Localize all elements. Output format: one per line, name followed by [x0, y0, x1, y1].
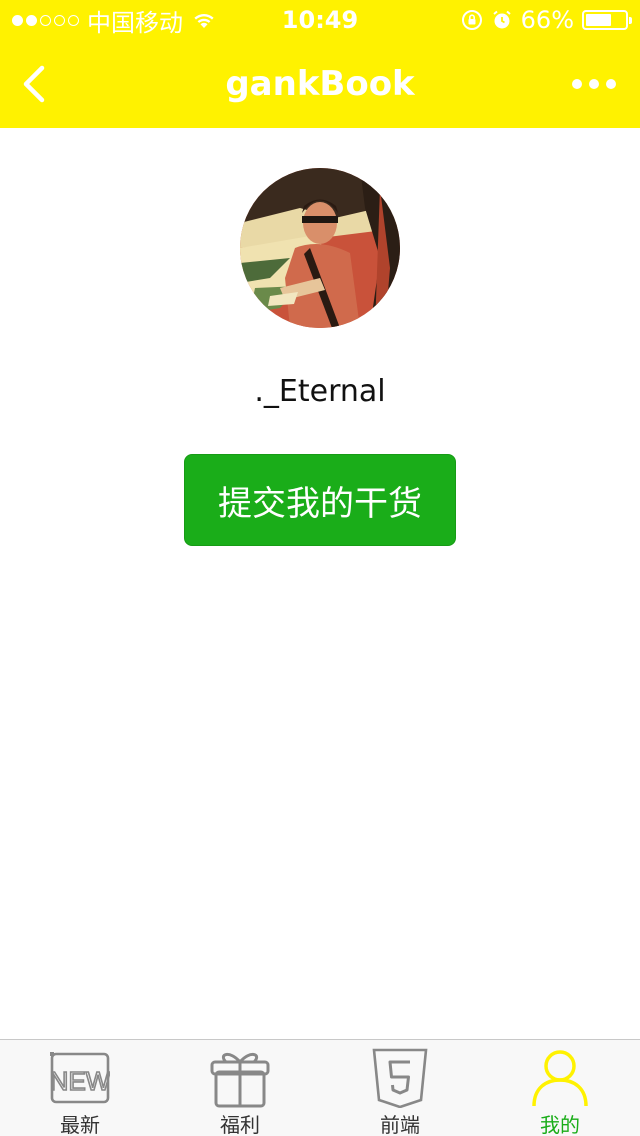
status-bar: 中国移动 10:49 66% [0, 0, 640, 40]
screen: 中国移动 10:49 66% gankBook ._Eternal 提交我的干货… [0, 0, 640, 1136]
submit-resource-button[interactable]: 提交我的干货 [184, 454, 456, 546]
gift-icon [210, 1053, 270, 1108]
tab-frontend[interactable]: 前端 [320, 1040, 480, 1136]
status-right: 66% [461, 0, 632, 40]
more-options-button[interactable] [572, 74, 616, 94]
rotation-lock-icon [461, 10, 482, 30]
tab-label-mine: 我的 [540, 1113, 580, 1136]
tab-mine[interactable]: 我的 [480, 1040, 640, 1136]
battery-percent: 66% [520, 6, 574, 34]
nav-bar: gankBook [0, 40, 640, 128]
page-title: gankBook [225, 64, 415, 104]
tab-label-latest: 最新 [60, 1113, 100, 1136]
tab-welfare[interactable]: 福利 [160, 1040, 320, 1136]
new-icon: NEW [50, 1052, 110, 1104]
tab-label-welfare: 福利 [220, 1113, 260, 1136]
user-icon [532, 1050, 588, 1107]
alarm-icon [493, 10, 511, 29]
svg-text:NEW: NEW [50, 1066, 110, 1096]
tab-bar: NEW 最新 福利 前端 我的 [0, 1039, 640, 1136]
battery-icon [582, 10, 632, 30]
avatar-photo [240, 168, 400, 328]
avatar [240, 168, 400, 328]
tab-latest[interactable]: NEW 最新 [0, 1040, 160, 1136]
username: ._Eternal [254, 374, 386, 409]
more-dot-icon [589, 79, 599, 89]
tab-label-frontend: 前端 [380, 1113, 420, 1136]
more-dot-icon [606, 79, 616, 89]
html5-icon [372, 1048, 428, 1108]
more-dot-icon [572, 79, 582, 89]
